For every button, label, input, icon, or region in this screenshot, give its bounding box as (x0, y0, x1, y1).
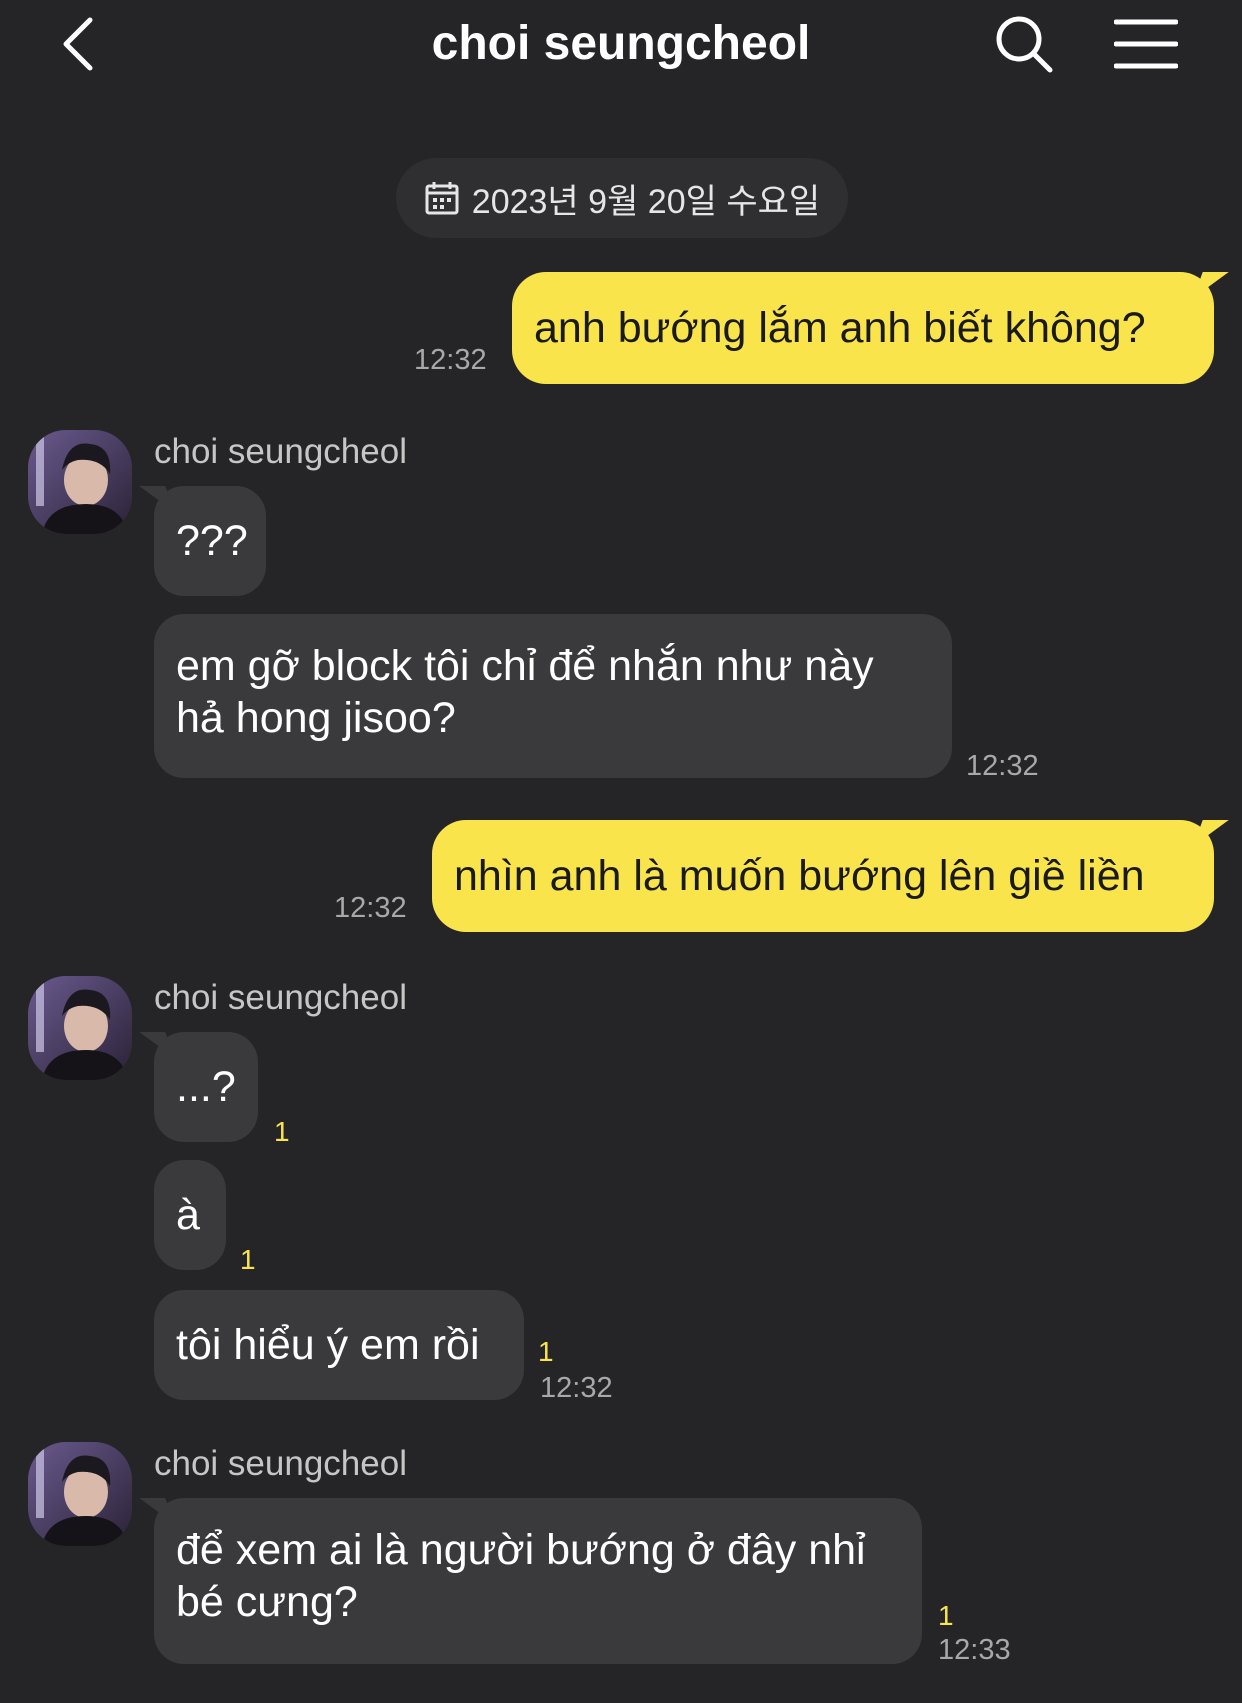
message-text: ...? (176, 1063, 236, 1111)
sent-message-bubble[interactable]: anh bướng lắm anh biết không? (512, 272, 1214, 384)
message-time: 12:33 (938, 1634, 1011, 1666)
avatar[interactable] (28, 430, 132, 534)
search-icon (996, 16, 1053, 73)
message-time: 12:32 (414, 344, 487, 376)
profile-photo (28, 430, 132, 534)
message-line: để xem ai là người bướng ở đây nhỉ (176, 1526, 866, 1574)
message-line: em gỡ block tôi chỉ để nhắn như này (176, 642, 874, 690)
avatar[interactable] (28, 1442, 132, 1546)
received-message-bubble[interactable]: em gỡ block tôi chỉ để nhắn như này hả h… (154, 614, 952, 778)
date-divider: 2023년 9월 20일 수요일 (396, 158, 848, 238)
message-text: em gỡ block tôi chỉ để nhắn như này hả h… (176, 640, 874, 744)
calendar-icon (425, 182, 459, 215)
sender-name: choi seungcheol (154, 978, 407, 1017)
sender-name: choi seungcheol (154, 432, 407, 471)
message-text: nhìn anh là muốn bướng lên giề liền (454, 852, 1145, 900)
message-time: 12:32 (540, 1372, 613, 1404)
message-text: tôi hiểu ý em rồi (176, 1321, 480, 1369)
back-button[interactable] (52, 14, 112, 74)
received-message-bubble[interactable]: để xem ai là người bướng ở đây nhỉ bé cư… (154, 1498, 922, 1664)
chat-title: choi seungcheol (431, 17, 811, 70)
date-label: 2023년 9월 20일 수요일 (471, 182, 821, 221)
message-line: hả hong jisoo? (176, 694, 456, 742)
sender-name: choi seungcheol (154, 1444, 407, 1483)
received-message-bubble[interactable]: tôi hiểu ý em rồi (154, 1290, 524, 1400)
unread-count: 1 (938, 1600, 954, 1631)
menu-button[interactable] (1113, 16, 1179, 72)
message-text: ??? (176, 517, 248, 565)
search-button[interactable] (994, 14, 1054, 74)
chevron-left-icon (63, 17, 93, 71)
unread-count: 1 (240, 1244, 256, 1275)
avatar[interactable] (28, 976, 132, 1080)
message-line: bé cưng? (176, 1578, 358, 1626)
profile-photo (28, 1442, 132, 1546)
message-time: 12:32 (966, 750, 1039, 782)
received-message-bubble[interactable]: ...? (154, 1032, 258, 1142)
profile-photo (28, 976, 132, 1080)
message-text: à (176, 1191, 200, 1239)
received-message-bubble[interactable]: ??? (154, 486, 266, 596)
chat-header: choi seungcheol (0, 0, 1242, 100)
unread-count: 1 (274, 1116, 290, 1147)
message-time: 12:32 (334, 892, 407, 924)
received-message-bubble[interactable]: à (154, 1160, 226, 1270)
sent-message-bubble[interactable]: nhìn anh là muốn bướng lên giề liền (432, 820, 1214, 932)
hamburger-menu-icon (1113, 19, 1179, 69)
unread-count: 1 (538, 1336, 554, 1367)
message-text: để xem ai là người bướng ở đây nhỉ bé cư… (176, 1524, 866, 1628)
message-text: anh bướng lắm anh biết không? (534, 304, 1146, 352)
